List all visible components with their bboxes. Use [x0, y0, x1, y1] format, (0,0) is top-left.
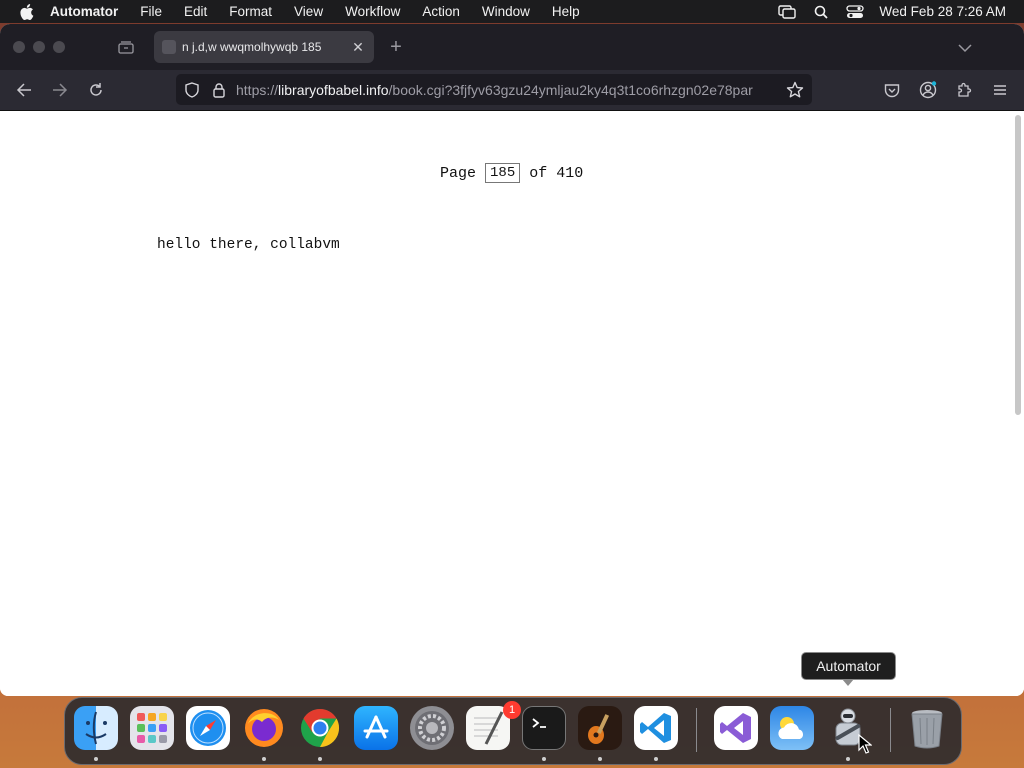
new-tab-icon[interactable]: +: [387, 37, 405, 57]
app-store-icon[interactable]: [354, 706, 398, 750]
page-number-input[interactable]: 185: [485, 163, 521, 183]
extensions-puzzle-icon[interactable]: [955, 81, 973, 99]
spotlight-search-icon[interactable]: [811, 4, 831, 20]
tab-library-of-babel[interactable]: n j.d,w wwqmolhywqb 185 ✕: [154, 31, 374, 63]
url-path: /book.cgi?3fjfyv63gzu24ymljau2ky4q3t1co6…: [388, 81, 753, 98]
tab-title: n j.d,w wwqmolhywqb 185: [182, 40, 322, 54]
menu-help[interactable]: Help: [552, 4, 580, 19]
vscode-running-indicator: [654, 757, 658, 761]
firefox-icon[interactable]: [242, 706, 286, 750]
firefox-view-icon[interactable]: [118, 40, 134, 54]
page-navigation: Page 185 of 410: [440, 163, 583, 183]
url-bar[interactable]: https://libraryofbabel.info/book.cgi?3fj…: [176, 74, 812, 105]
padlock-icon[interactable]: [212, 82, 226, 98]
visual-studio-icon[interactable]: [714, 706, 758, 750]
automator-running-indicator: [846, 757, 850, 761]
minimize-window-button[interactable]: [33, 41, 45, 53]
chrome-icon[interactable]: [298, 706, 342, 750]
screen-mirroring-icon[interactable]: [777, 4, 797, 20]
menu-view[interactable]: View: [294, 4, 323, 19]
vertical-scrollbar[interactable]: [1015, 115, 1021, 415]
zoom-window-button[interactable]: [53, 41, 65, 53]
page-label: Page: [440, 164, 477, 182]
browser-window: n j.d,w wwqmolhywqb 185 ✕ + https://libr…: [0, 24, 1024, 696]
menu-edit[interactable]: Edit: [184, 4, 207, 19]
menu-action[interactable]: Action: [422, 4, 460, 19]
terminal-running-indicator: [542, 757, 546, 761]
menu-format[interactable]: Format: [229, 4, 272, 19]
terminal-icon[interactable]: [522, 706, 566, 750]
trash-icon[interactable]: [905, 706, 949, 750]
dock-tooltip: Automator: [801, 652, 896, 686]
chrome-running-indicator: [318, 757, 322, 761]
tab-favicon-icon: [162, 40, 176, 54]
garageband-running-indicator: [598, 757, 602, 761]
firefox-running-indicator: [262, 757, 266, 761]
book-page-text: hello there, collabvm: [157, 237, 340, 253]
apple-menu-icon[interactable]: [18, 3, 36, 21]
menu-file[interactable]: File: [140, 4, 162, 19]
menu-app-name[interactable]: Automator: [50, 4, 118, 19]
dock: 1: [64, 697, 962, 765]
close-window-button[interactable]: [13, 41, 25, 53]
close-tab-icon[interactable]: ✕: [350, 39, 366, 55]
safari-icon[interactable]: [186, 706, 230, 750]
garageband-guitar-icon[interactable]: [578, 706, 622, 750]
tab-bar: n j.d,w wwqmolhywqb 185 ✕ +: [0, 24, 1024, 70]
menu-workflow[interactable]: Workflow: [345, 4, 400, 19]
hamburger-menu-icon[interactable]: [991, 81, 1009, 99]
url-text[interactable]: https://libraryofbabel.info/book.cgi?3fj…: [236, 82, 780, 98]
page-total-label: of 410: [529, 164, 584, 182]
system-settings-gear-icon[interactable]: [410, 706, 454, 750]
menu-window[interactable]: Window: [482, 4, 530, 19]
finder-icon[interactable]: [74, 706, 118, 750]
launchpad-icon[interactable]: [130, 706, 174, 750]
finder-running-indicator: [94, 757, 98, 761]
url-prefix: https://: [236, 81, 279, 98]
bookmark-star-icon[interactable]: [786, 81, 804, 99]
menu-bar: Automator File Edit Format View Workflow…: [0, 0, 1024, 23]
menu-bar-clock[interactable]: Wed Feb 28 7:26 AM: [879, 4, 1006, 19]
dock-separator: [696, 708, 697, 752]
reload-icon[interactable]: [87, 81, 105, 99]
system-settings-badge: 1: [503, 701, 521, 719]
dock-separator-trash: [890, 708, 891, 752]
pocket-icon[interactable]: [883, 81, 901, 99]
vscode-icon[interactable]: [634, 706, 678, 750]
account-avatar-icon[interactable]: [919, 81, 937, 99]
web-page-content: Page 185 of 410 hello there, collabvm: [0, 111, 1024, 696]
control-center-icon[interactable]: [845, 4, 865, 20]
list-all-tabs-chevron-icon[interactable]: [958, 40, 972, 54]
url-domain: libraryofbabel.info: [278, 81, 389, 98]
tracking-protection-shield-icon[interactable]: [184, 81, 200, 98]
back-arrow-icon[interactable]: [15, 81, 33, 99]
mouse-pointer-icon: [858, 734, 872, 754]
forward-arrow-icon[interactable]: [51, 81, 69, 99]
weather-icon[interactable]: [770, 706, 814, 750]
navigation-toolbar: https://libraryofbabel.info/book.cgi?3fj…: [0, 70, 1024, 111]
